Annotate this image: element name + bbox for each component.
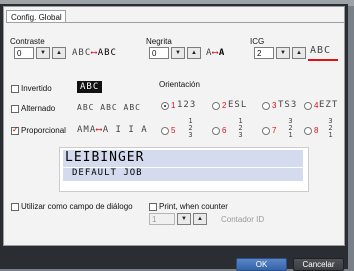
orientation-radio-8[interactable] bbox=[304, 127, 312, 135]
contraste-spinner: 0 ▼ ▲ bbox=[14, 47, 66, 59]
contraste-sample-low: ABC bbox=[72, 48, 92, 58]
orientation-sample-3: TS3 bbox=[278, 100, 298, 110]
contraste-label: Contraste bbox=[10, 37, 45, 46]
orientation-sample-6: 123 bbox=[238, 117, 244, 139]
proporcional-sample: AMA⟷A I I A bbox=[77, 125, 148, 135]
invertido-sample: ABC bbox=[77, 81, 103, 93]
negrita-spinner: 0 ▼ ▲ bbox=[149, 47, 201, 59]
contador-decrement-button[interactable]: ▼ bbox=[177, 213, 191, 225]
orientation-sample-1: 123 bbox=[177, 100, 197, 110]
contador-id-label: Contador ID bbox=[221, 215, 265, 224]
icg-sample: ABC bbox=[310, 45, 331, 56]
icg-decrement-button[interactable]: ▼ bbox=[276, 47, 290, 59]
chevron-down-icon: ▼ bbox=[181, 216, 187, 222]
orientation-num-6: 6 bbox=[222, 126, 227, 135]
orientation-radio-4[interactable] bbox=[304, 102, 312, 110]
print-counter-label: Print, when counter bbox=[159, 202, 228, 211]
chevron-down-icon: ▼ bbox=[40, 50, 46, 56]
orientation-radio-7[interactable] bbox=[262, 127, 270, 135]
icg-underline bbox=[308, 59, 338, 61]
orientation-sample-8: 321 bbox=[328, 117, 334, 139]
icg-sample-text: ABC bbox=[310, 45, 332, 56]
orientation-num-1: 1 bbox=[171, 101, 176, 110]
orientation-radio-1[interactable] bbox=[161, 102, 169, 110]
alternado-checkbox[interactable] bbox=[11, 105, 19, 113]
preview-line-1: LEIBINGER bbox=[63, 150, 303, 167]
negrita-label: Negrita bbox=[146, 37, 172, 46]
chevron-up-icon: ▲ bbox=[56, 50, 62, 56]
orientation-radio-5[interactable] bbox=[161, 127, 169, 135]
proporcional-label: Proporcional bbox=[21, 126, 66, 135]
print-counter-checkbox[interactable] bbox=[149, 203, 157, 211]
invertido-checkbox[interactable] bbox=[11, 85, 19, 93]
config-dialog: Config. Global Contraste 0 ▼ ▲ ABC⟷ABC N… bbox=[0, 4, 348, 271]
icg-value[interactable]: 2 bbox=[254, 47, 274, 59]
orientation-num-7: 7 bbox=[272, 126, 277, 135]
cancel-button[interactable]: Cancelar bbox=[293, 258, 344, 271]
text-preview: LEIBINGER DEFAULT JOB bbox=[59, 147, 309, 192]
chevron-up-icon: ▲ bbox=[296, 50, 302, 56]
contador-increment-button[interactable]: ▲ bbox=[193, 213, 207, 225]
icg-label: ICG bbox=[250, 37, 265, 46]
contraste-sample-high: ABC bbox=[97, 48, 117, 58]
contador-value[interactable]: 1 bbox=[149, 213, 175, 225]
proporcional-sample-normal: AMA bbox=[77, 125, 97, 135]
orientation-num-4: 4 bbox=[314, 101, 319, 110]
icg-increment-button[interactable]: ▲ bbox=[292, 47, 306, 59]
contraste-increment-button[interactable]: ▲ bbox=[52, 47, 66, 59]
dialog-client-area: Config. Global Contraste 0 ▼ ▲ ABC⟷ABC N… bbox=[3, 6, 345, 246]
utilizar-label: Utilizar como campo de diálogo bbox=[21, 202, 133, 211]
negrita-increment-button[interactable]: ▲ bbox=[187, 47, 201, 59]
alternado-sample: ABC ABC ABC bbox=[77, 103, 141, 112]
contraste-value[interactable]: 0 bbox=[14, 47, 34, 59]
orientation-sample-5: 123 bbox=[188, 117, 194, 139]
utilizar-checkbox[interactable] bbox=[11, 203, 19, 211]
contraste-sample: ABC⟷ABC bbox=[72, 48, 117, 58]
tab-divider bbox=[6, 22, 344, 23]
orientation-num-8: 8 bbox=[314, 126, 319, 135]
orientation-sample-4: EZT bbox=[319, 100, 339, 110]
chevron-up-icon: ▲ bbox=[197, 216, 203, 222]
icg-spinner: 2 ▼ ▲ bbox=[254, 47, 306, 59]
contador-spinner: 1 ▼ ▲ bbox=[149, 213, 207, 225]
orientation-num-5: 5 bbox=[171, 126, 176, 135]
proporcional-checkbox[interactable] bbox=[11, 125, 19, 135]
orientation-num-2: 2 bbox=[222, 101, 227, 110]
orientation-radio-3[interactable] bbox=[262, 102, 270, 110]
negrita-decrement-button[interactable]: ▼ bbox=[171, 47, 185, 59]
negrita-value[interactable]: 0 bbox=[149, 47, 169, 59]
chevron-down-icon: ▼ bbox=[280, 50, 286, 56]
proporcional-sample-prop: A I I A bbox=[102, 125, 148, 135]
orientacion-label: Orientación bbox=[159, 80, 200, 89]
chevron-up-icon: ▲ bbox=[191, 50, 197, 56]
ok-button[interactable]: OK bbox=[236, 258, 287, 271]
invertido-label: Invertido bbox=[21, 84, 52, 93]
contraste-decrement-button[interactable]: ▼ bbox=[36, 47, 50, 59]
orientation-radio-2[interactable] bbox=[212, 102, 220, 110]
preview-line-2: DEFAULT JOB bbox=[63, 168, 303, 181]
negrita-sample-bold: A bbox=[218, 48, 226, 58]
orientation-radio-6[interactable] bbox=[212, 127, 220, 135]
chevron-down-icon: ▼ bbox=[175, 50, 181, 56]
orientation-sample-7: 321 bbox=[288, 117, 294, 139]
negrita-sample: A⟷A bbox=[206, 48, 225, 58]
alternado-label: Alternado bbox=[21, 104, 56, 113]
orientation-num-3: 3 bbox=[272, 101, 277, 110]
orientation-sample-2: ESL bbox=[228, 100, 248, 110]
